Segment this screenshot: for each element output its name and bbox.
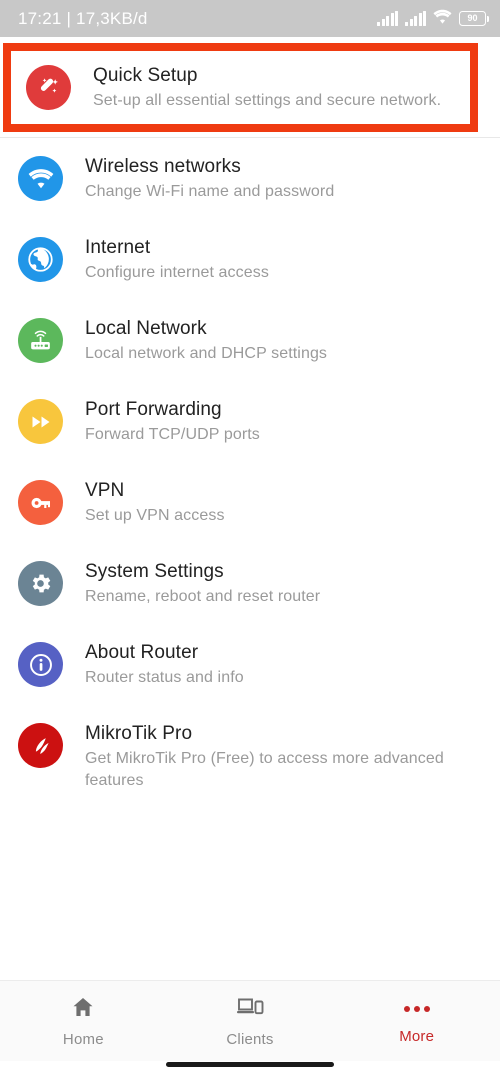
menu-item-title: VPN (85, 480, 125, 501)
devices-icon (235, 995, 265, 1024)
bottom-nav-items: Home Clients More (0, 981, 500, 1061)
menu-item-text: MikroTik Pro Get MikroTik Pro (Free) to … (85, 721, 486, 792)
router-icon (18, 318, 63, 363)
menu-item-text: VPN Set up VPN access (85, 478, 486, 527)
nav-item-label: More (399, 1028, 435, 1045)
menu-item-title: Port Forwarding (85, 399, 222, 420)
menu-item-wireless-networks[interactable]: Wireless networks Change Wi-Fi name and … (0, 138, 500, 219)
fast-forward-icon (18, 399, 63, 444)
menu-item-title: Local Network (85, 318, 207, 339)
wifi-icon (18, 156, 63, 201)
battery-icon: 90 (459, 11, 489, 26)
highlight-box: Quick Setup Set-up all essential setting… (3, 43, 478, 132)
gear-icon (18, 561, 63, 606)
mikrotik-logo-icon (18, 723, 63, 768)
menu-item-subtitle: Configure internet access (85, 264, 269, 281)
list-bottom-spacer (0, 808, 500, 908)
menu-item-title: Wireless networks (85, 156, 241, 177)
info-icon (18, 642, 63, 687)
menu-item-text: System Settings Rename, reboot and reset… (85, 559, 486, 608)
menu-item-text: Quick Setup Set-up all essential setting… (93, 63, 460, 112)
status-time: 17:21 (18, 8, 62, 28)
menu-item-subtitle: Forward TCP/UDP ports (85, 426, 260, 443)
menu-item-about-router[interactable]: About Router Router status and info (0, 624, 500, 705)
menu-item-subtitle: Router status and info (85, 669, 244, 686)
key-icon (18, 480, 63, 525)
menu-item-mikrotik-pro[interactable]: MikroTik Pro Get MikroTik Pro (Free) to … (0, 705, 500, 808)
signal-bars-icon (377, 11, 398, 26)
signal-bars-icon-2 (405, 11, 426, 26)
menu-item-internet[interactable]: Internet Configure internet access (0, 219, 500, 300)
wifi-icon (433, 9, 452, 29)
status-separator: | (66, 8, 72, 28)
status-bar-right: 90 (377, 9, 489, 29)
magic-wand-icon (26, 65, 71, 110)
menu-item-title: Internet (85, 237, 151, 258)
menu-item-port-forwarding[interactable]: Port Forwarding Forward TCP/UDP ports (0, 381, 500, 462)
nav-item-label: Clients (226, 1030, 274, 1048)
home-icon (70, 995, 96, 1024)
menu-item-title: MikroTik Pro (85, 723, 193, 744)
menu-item-subtitle: Set up VPN access (85, 507, 225, 524)
nav-item-clients[interactable]: Clients (167, 981, 334, 1061)
menu-item-title: About Router (85, 642, 199, 663)
menu-item-text: Internet Configure internet access (85, 235, 486, 284)
menu-item-text: About Router Router status and info (85, 640, 486, 689)
menu-item-subtitle: Rename, reboot and reset router (85, 588, 321, 605)
nav-item-more[interactable]: More (333, 981, 500, 1061)
nav-item-label: Home (62, 1030, 104, 1048)
menu-item-local-network[interactable]: Local Network Local network and DHCP set… (0, 300, 500, 381)
menu-item-title: Quick Setup (93, 65, 198, 86)
menu-item-subtitle: Change Wi-Fi name and password (85, 183, 335, 200)
menu-item-system-settings[interactable]: System Settings Rename, reboot and reset… (0, 543, 500, 624)
more-dots-icon (403, 997, 430, 1021)
menu-item-vpn[interactable]: VPN Set up VPN access (0, 462, 500, 543)
bottom-navigation-bar: Home Clients More (0, 980, 500, 1083)
menu-item-quick-setup-wrapper: Quick Setup Set-up all essential setting… (0, 43, 500, 132)
menu-item-text: Local Network Local network and DHCP set… (85, 316, 486, 365)
menu-item-text: Wireless networks Change Wi-Fi name and … (85, 154, 486, 203)
status-bar-left: 17:21 | 17,3KB/d (18, 9, 148, 29)
menu-item-subtitle: Get MikroTik Pro (Free) to access more a… (85, 750, 444, 789)
status-data-rate: 17,3KB/d (76, 8, 148, 28)
home-indicator[interactable] (166, 1062, 334, 1067)
menu-item-subtitle: Local network and DHCP settings (85, 345, 328, 362)
menu-item-title: System Settings (85, 561, 224, 582)
menu-item-text: Port Forwarding Forward TCP/UDP ports (85, 397, 486, 446)
menu-item-subtitle: Set-up all essential settings and secure… (93, 92, 442, 109)
home-indicator-area (0, 1061, 500, 1083)
menu-item-quick-setup[interactable]: Quick Setup Set-up all essential setting… (11, 51, 470, 124)
settings-menu-list: Quick Setup Set-up all essential setting… (0, 43, 500, 908)
nav-item-home[interactable]: Home (0, 981, 167, 1061)
globe-icon (18, 237, 63, 282)
status-bar: 17:21 | 17,3KB/d 90 (0, 0, 500, 37)
battery-level: 90 (467, 13, 478, 23)
